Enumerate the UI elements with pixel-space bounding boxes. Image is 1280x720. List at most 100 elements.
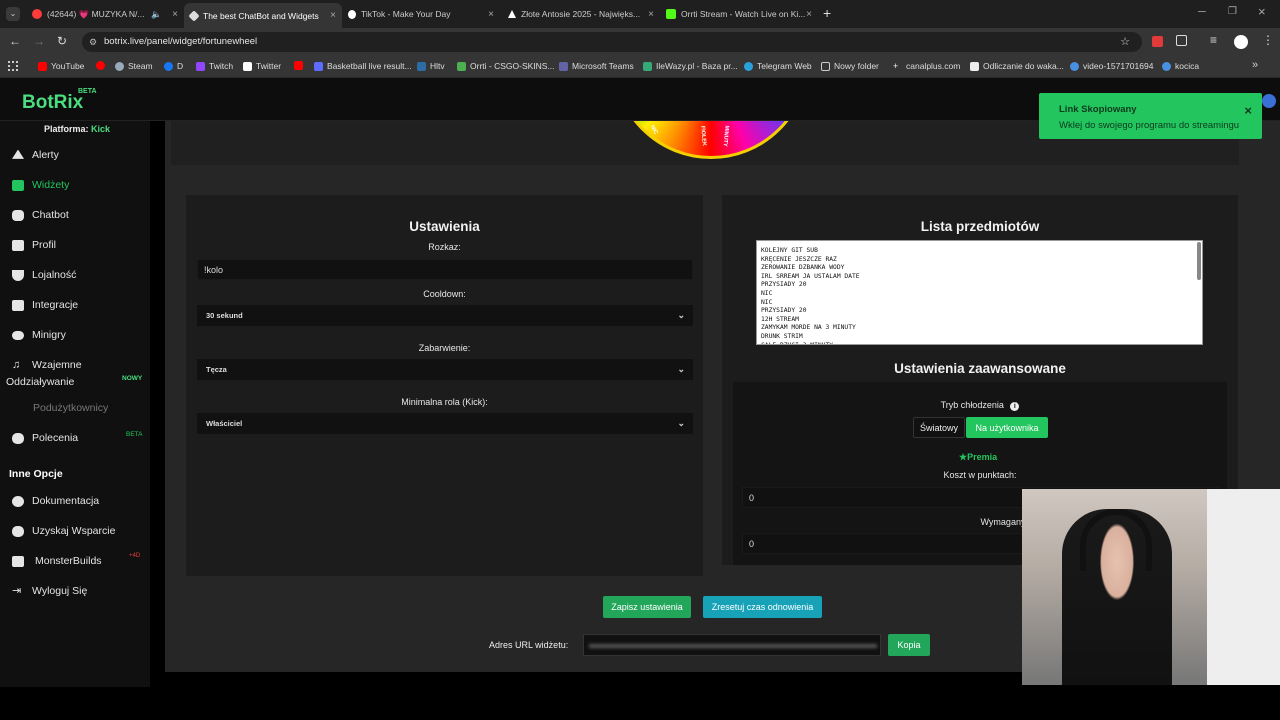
settings-panel (186, 195, 703, 576)
sidebar-item-chatbot[interactable]: Chatbot (12, 209, 69, 221)
bookmark-folder[interactable]: Nowy folder (821, 61, 879, 71)
media-control-icon[interactable]: ≡ (1210, 33, 1217, 47)
bookmark-ilewazy[interactable]: IleWazy.pl - Baza pr... (643, 61, 738, 71)
chevron-down-icon: ⌄ (677, 364, 685, 374)
sidebar-item-integracje[interactable]: Integracje (12, 299, 78, 311)
toast-close-icon[interactable]: × (1244, 103, 1252, 118)
profile-avatar-icon[interactable] (1234, 35, 1248, 49)
sidebar-item-poduzytkownicy[interactable]: Podużytkownicy (33, 402, 108, 414)
command-input[interactable]: !kolo (197, 259, 693, 280)
bookmark-twitch[interactable]: Twitch (196, 61, 233, 71)
teams-icon (559, 61, 568, 71)
list-scrollbar[interactable] (1197, 242, 1201, 280)
bookmark-teams[interactable]: Microsoft Teams (559, 61, 634, 71)
close-icon[interactable]: × (488, 9, 494, 20)
bookmark-odliczanie[interactable]: Odliczanie do waka... (970, 61, 1064, 71)
csgo-skins-icon (457, 61, 466, 71)
webcam-overlay (1022, 489, 1280, 685)
tab-youtube-music[interactable]: (42644) 💗 MUZYKA N/... 🔈 × (26, 4, 184, 24)
close-icon[interactable]: × (806, 9, 812, 20)
info-icon[interactable]: i (1010, 402, 1020, 411)
fortune-wheel (613, 121, 809, 159)
bookmark-twitter[interactable]: Twitter (243, 61, 281, 71)
new-tab-icon[interactable]: + (823, 5, 831, 21)
close-icon[interactable]: × (172, 9, 178, 20)
save-settings-button[interactable]: Zapisz ustawienia (603, 596, 691, 618)
bookmark-star-icon[interactable]: ☆ (1120, 32, 1130, 52)
min-role-select[interactable]: Właściciel ⌄ (197, 413, 693, 434)
bookmark-telegram[interactable]: Telegram Web (744, 61, 812, 71)
ilewazy-icon (643, 61, 652, 71)
forward-icon[interactable]: → (33, 34, 45, 48)
telegram-icon (744, 61, 753, 71)
color-select[interactable]: Tęcza ⌄ (197, 359, 693, 380)
sidebar-item-wsparcie[interactable]: Uzyskaj Wsparcie (12, 525, 115, 537)
items-textarea[interactable]: KOLEJNY GIT SUB KRĘCENIE JESZCZE RAZ ZEROW… (756, 240, 1203, 345)
sidebar-item-lojalnosc[interactable]: Lojalność (12, 269, 76, 281)
mode-global-button[interactable]: Światowy (913, 417, 965, 438)
sidebar-item-wyloguj[interactable]: ⇥ Wyloguj Się (12, 585, 87, 597)
list-item: KOLEJNY GIT SUB (761, 247, 818, 254)
address-bar: ← → ↻ ⚙ botrix.live/panel/widget/fortune… (0, 28, 1280, 56)
fortune-wheel-preview: NIC FIOLEK MINUTY (613, 121, 809, 159)
avatar[interactable] (1262, 94, 1276, 108)
sidebar-item-alerty[interactable]: Alerty (12, 149, 59, 161)
tab-kick-stream[interactable]: Orrti Stream - Watch Live on Ki... × (660, 4, 818, 24)
site-info-icon[interactable]: ⚙ (89, 32, 97, 52)
steam-icon (96, 61, 105, 70)
cooldown-select[interactable]: 30 sekund ⌄ (197, 305, 693, 326)
reload-icon[interactable]: ↻ (57, 34, 67, 48)
list-item: NIC (761, 298, 773, 306)
botrix-logo[interactable]: BotRix (22, 92, 83, 114)
copy-button[interactable]: Kopia (888, 634, 930, 656)
sidebar-item-polecenia[interactable]: Polecenia (12, 432, 78, 444)
tab-list-icon[interactable]: ⌄ (6, 7, 20, 21)
sidebar-item-widzety[interactable]: Widżety (12, 179, 69, 191)
back-icon[interactable]: ← (9, 34, 21, 48)
reset-cooldown-button[interactable]: Zresetuj czas odnowienia (703, 596, 822, 618)
close-icon[interactable]: × (648, 9, 654, 20)
toast-message: Wklej do swojego programu do streamingu (1059, 120, 1240, 131)
bookmark-hltv[interactable]: Hltv (417, 61, 445, 71)
sidebar-item-dokumentacja[interactable]: Dokumentacja (12, 495, 99, 507)
mode-user-button[interactable]: Na użytkownika (966, 417, 1048, 438)
maximize-icon[interactable]: ❐ (1228, 6, 1237, 17)
bookmark-youtube[interactable]: YouTube (38, 61, 84, 71)
bookmark-video[interactable]: video-1571701694 (1070, 61, 1153, 71)
sidebar-item-monsterbuilds[interactable]: MonsterBuilds (12, 555, 102, 567)
tab-zlote-antosie[interactable]: Złote Antosie 2025 - Najwięks... × (502, 4, 660, 24)
close-icon[interactable]: × (330, 10, 336, 21)
sidebar-item-profil[interactable]: Profil (12, 239, 56, 251)
bookmark-youtube-2[interactable] (294, 61, 303, 70)
bookmark-basketball[interactable]: Basketball live result... (314, 61, 412, 71)
extension-red-icon[interactable] (1152, 36, 1163, 47)
url-input[interactable]: ⚙ botrix.live/panel/widget/fortunewheel … (82, 32, 1142, 52)
apps-grid-icon[interactable] (8, 61, 18, 71)
bookmark-kocica[interactable]: kocica (1162, 61, 1199, 71)
bookmark-steam[interactable] (96, 61, 105, 70)
tab-tiktok[interactable]: TikTok - Make Your Day × (342, 4, 500, 24)
bell-icon (12, 149, 24, 159)
sidebar-item-minigry[interactable]: Minigry (12, 329, 66, 341)
minimize-icon[interactable]: ─ (1198, 6, 1206, 18)
video-icon (1070, 61, 1079, 71)
bookmark-canalplus[interactable]: + canalplus.com (893, 61, 960, 71)
chevron-right-icon[interactable]: » (1252, 59, 1258, 71)
min-role-label: Minimalna rola (Kick): (401, 397, 488, 407)
bookmark-csgo-skins[interactable]: Orrti - CSGO-SKINS... (457, 61, 555, 71)
webcam-shelf (1207, 489, 1280, 685)
discord-icon (12, 525, 24, 537)
widget-url-field[interactable] (583, 634, 881, 656)
bookmark-facebook[interactable]: D (164, 61, 183, 71)
window-close-icon[interactable]: × (1258, 4, 1266, 19)
cooldown-label: Cooldown: (423, 289, 466, 299)
list-item: ZAMYKAM MORDE NA 3 MINUTY (761, 324, 856, 332)
speaker-icon: 🔈 (151, 8, 162, 19)
browser-menu-icon[interactable]: ⋮ (1262, 33, 1274, 47)
cost-label: Koszt w punktach: (943, 470, 1017, 480)
tab-botrix[interactable]: The best ChatBot and Widgets × (184, 3, 342, 28)
extensions-puzzle-icon[interactable] (1176, 35, 1187, 46)
bookmark-steam-label[interactable]: Steam (115, 61, 153, 71)
x-logo-icon (243, 61, 252, 71)
sidebar-item-wzajemne[interactable]: ♫ Wzajemne (12, 359, 82, 371)
